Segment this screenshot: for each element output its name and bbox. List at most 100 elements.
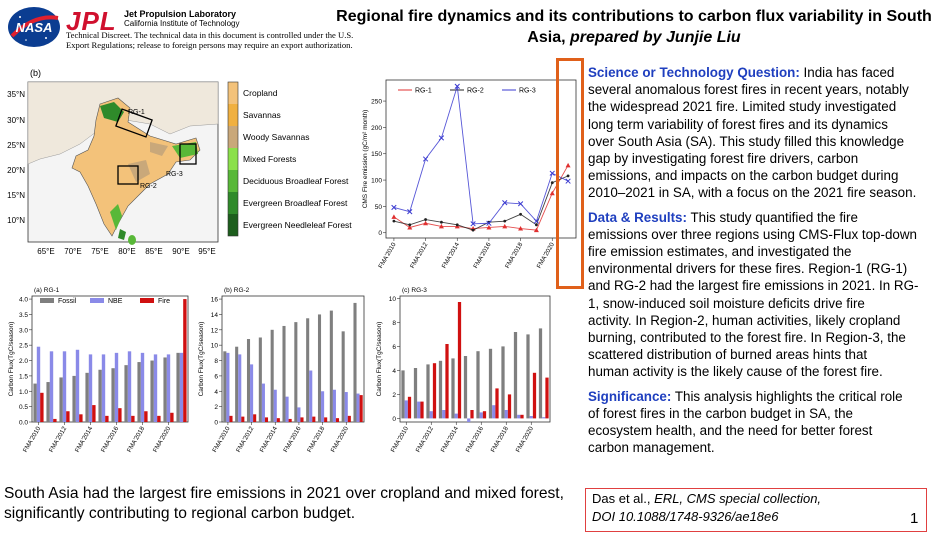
data-point [549,170,555,176]
bar-fire [288,418,292,422]
x-tick-label: FMA'2010 [22,425,43,454]
y-tick-label: 150 [371,151,382,158]
bar-fire [79,414,83,422]
x-tick-label: FMA'2018 [126,425,147,454]
y-tick-label: 4.0 [19,297,28,304]
bar-fire [118,408,122,422]
legend-label: NBE [108,298,123,305]
right-text-panel: Science or Technology Question: India ha… [588,64,944,463]
results-paragraph: Data & Results: This study quantified th… [588,209,944,381]
lon-tick: 85°E [145,247,162,256]
bar-nbe [429,411,433,419]
lat-tick: 30°N [7,116,25,125]
bar-fire [470,410,474,419]
legend-label: Fire [158,298,170,305]
x-tick-label: FMA'2010 [211,425,232,454]
bar-fossil [413,368,418,419]
legend-savannas: Savannas [243,110,281,120]
bar-nbe [504,410,508,419]
question-line: 2010–2021 in SA, with a focus on the 202… [588,185,917,201]
bar-fire [532,372,537,419]
x-tick-label: FMA'2016 [100,425,121,454]
svg-text:NASA: NASA [16,20,53,35]
data-point [392,219,396,223]
results-line: emissions over three regions using CMS-F… [588,226,917,242]
x-tick-label: FMA'2012 [415,425,436,454]
bar-fossil [426,364,430,419]
bar-fire [457,302,462,419]
lab-name: Jet Propulsion Laboratory [124,9,237,19]
y-tick-label: 3.0 [19,327,28,334]
bar-fire [445,344,449,419]
bar-fire [40,392,44,422]
bar-fossil [501,346,505,419]
data-point [424,218,427,221]
question-paragraph: Science or Technology Question: India ha… [588,64,944,202]
y-tick-label: 4 [214,389,218,396]
legend-label: RG-2 [467,88,484,95]
legend-evergreen-broadleaf: Evergreen Broadleaf Forest [243,198,348,208]
lat-tick: 20°N [7,166,25,175]
y-axis-label: Carbon Flux(TgC/season) [376,322,383,397]
results-line: 1, snow-induced soil moisture deficits d… [588,295,865,311]
bar-fossil [306,318,310,422]
y-tick-label: 50 [375,204,383,211]
question-line: over South Asia (SA). This study filled … [588,133,905,149]
bar-fire [183,299,187,422]
bar-fossil [163,357,167,422]
lon-tick: 70°E [64,247,81,256]
bar-nbe [529,416,533,419]
lon-tick: 95°E [198,247,215,256]
y-axis-label: Carbon Flux(TgC/season) [198,322,205,397]
bar-fossil [33,383,37,422]
bar-fire [347,415,351,422]
y-tick-label: 0.0 [19,420,28,427]
question-line: emissions, and impacts on the carbon bud… [588,168,899,184]
bar-fossil [176,352,180,422]
rg1-bar-chart: 0.0 0.5 1.0 1.5 2.0 2.5 3.0 3.5 4.0 Carbon Flux(T… [8,287,189,454]
bar-fire [507,394,512,419]
significance-paragraph: Significance: This analysis highlights t… [588,388,944,457]
lon-tick: 90°E [172,247,189,256]
data-point [440,220,443,224]
bar-nbe [261,383,265,422]
y-tick-label: 0 [214,420,218,427]
y-tick-label: 2 [214,404,218,411]
bar-nbe [321,391,325,422]
bar-fossil [59,377,63,422]
page-number: 1 [910,510,919,527]
bar-fire [276,418,280,422]
lat-tick: 25°N [7,141,25,150]
question-line: the widespread 2021 fire. Limited study … [588,99,897,115]
data-point [471,228,475,232]
panel-label: (a) RG-1 [34,287,60,294]
bar-fossil [401,370,405,419]
bar-fire [170,412,174,422]
legend-woody-savannas: Woody Savannas [243,132,309,142]
bar-fossil [538,328,543,419]
bar-fire [157,415,161,422]
legend-swatch [40,298,54,303]
results-line: environmental drivers for these fires. R… [588,261,908,277]
bar-fossil [341,331,345,422]
results-line: activity. In Region-2, human activities,… [588,312,901,328]
significance-line: of forest fires in the carbon budget in … [588,405,853,421]
y-tick-label: 1.0 [19,389,28,396]
fire-emission-line-chart: 0 50 100 150 200 250CMS Fire emission (gC/m² … [362,79,577,270]
y-tick-label: 6 [214,373,218,380]
legend-cropland: Cropland [243,88,278,98]
map-legend: Cropland Savannas Woody Savannas Mixed F… [227,81,352,237]
bar-fossil [46,382,50,422]
citation-authors: Das et al., ERL, CMS special collection, [592,491,821,506]
bar-fire [324,417,328,422]
bar-nbe [285,396,289,422]
data-point [391,214,397,219]
y-tick-label: 0.5 [19,404,28,411]
panel-label: (c) RG-3 [402,287,427,294]
x-tick-label: FMA'2016 [465,425,486,454]
x-tick-label: FMA'2016 [282,425,303,454]
results-line: human activity is the likely cause of th… [588,364,883,380]
x-tick-label: FMA'2018 [504,241,525,270]
legend-mixed-forests: Mixed Forests [243,154,296,164]
bar-fossil [98,369,102,422]
